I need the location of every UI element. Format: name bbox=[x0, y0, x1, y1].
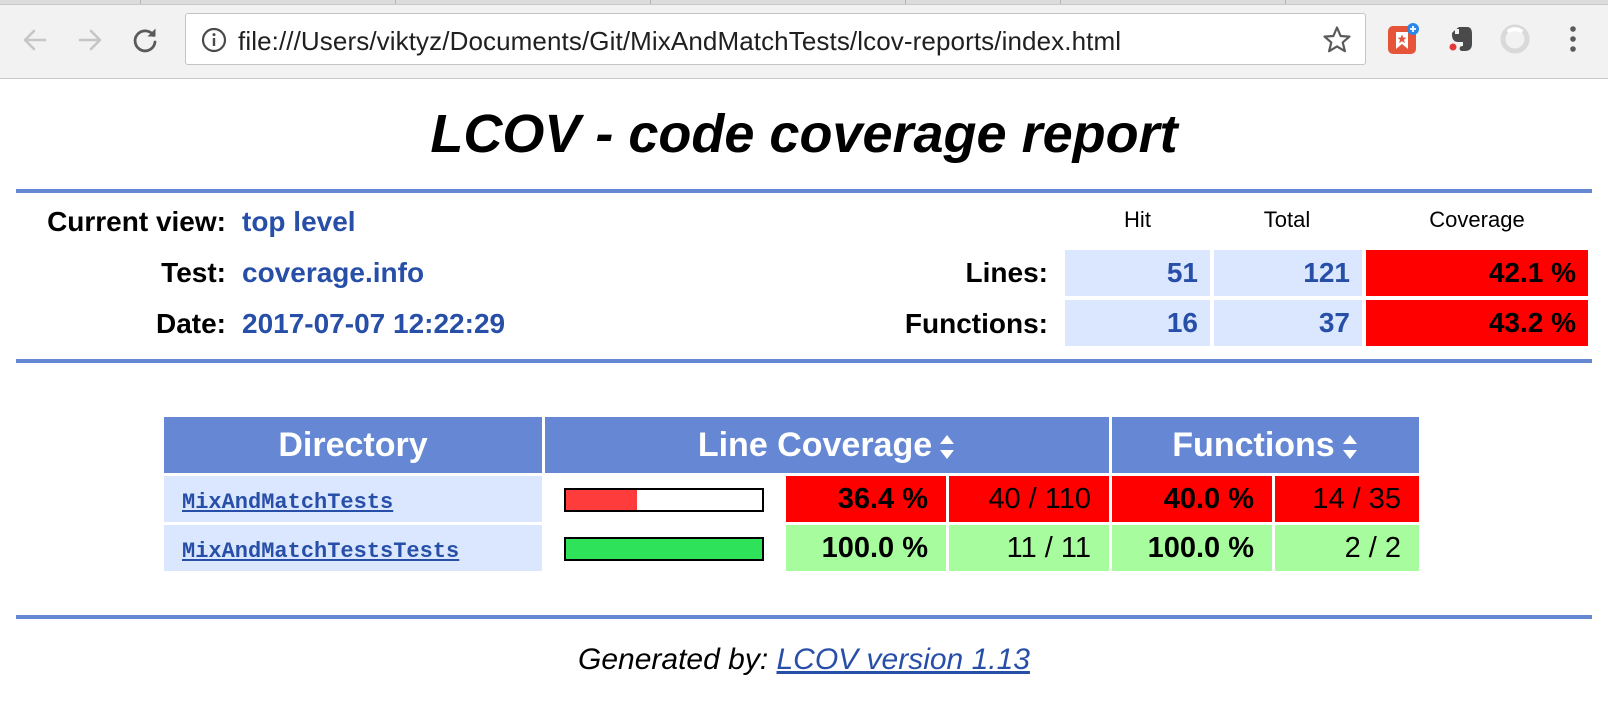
line-coverage-percent: 36.4 % bbox=[786, 476, 946, 522]
functions-label: Functions: bbox=[904, 308, 1048, 339]
page-title: LCOV - code coverage report bbox=[430, 104, 1178, 164]
date-value: 2017-07-07 12:22:29 bbox=[242, 308, 506, 339]
functions-total: 37 bbox=[1214, 300, 1362, 346]
browser-toolbar: file:///Users/viktyz/Documents/Git/MixAn… bbox=[0, 0, 1608, 79]
evernote-icon bbox=[1449, 27, 1472, 51]
table-row: MixAndMatchTestsTests 100.0 % 11 / 11 10… bbox=[164, 525, 1419, 571]
top-ruler bbox=[16, 189, 1592, 193]
address-bar[interactable]: file:///Users/viktyz/Documents/Git/MixAn… bbox=[185, 13, 1366, 65]
report-page: LCOV - code coverage report Current view… bbox=[0, 79, 1608, 706]
reload-button[interactable] bbox=[127, 22, 163, 58]
total-column-header: Total bbox=[1263, 207, 1311, 232]
test-label: Test: bbox=[161, 257, 226, 288]
hit-column-header: Hit bbox=[1124, 207, 1151, 232]
function-coverage-count: 2 / 2 bbox=[1275, 525, 1419, 571]
directory-cell: MixAndMatchTestsTests bbox=[164, 525, 542, 571]
coverage-bar-fill bbox=[566, 538, 762, 559]
info-icon[interactable] bbox=[201, 27, 227, 53]
test-value: coverage.info bbox=[242, 257, 425, 288]
extension-ring-button[interactable] bbox=[1498, 22, 1532, 56]
directory-header-label: Directory bbox=[278, 425, 428, 464]
header-bottom-ruler bbox=[16, 359, 1592, 363]
lines-label: Lines: bbox=[965, 257, 1048, 288]
coverage-column-header: Coverage bbox=[1429, 207, 1525, 232]
extension-bookmark-button[interactable] bbox=[1386, 22, 1420, 56]
directory-column-header[interactable]: Directory bbox=[164, 417, 542, 473]
function-coverage-percent: 100.0 % bbox=[1112, 525, 1272, 571]
extension-evernote-button[interactable] bbox=[1444, 22, 1478, 56]
arrow-left-icon bbox=[23, 29, 47, 51]
line-coverage-column-header[interactable]: Line Coverage bbox=[545, 417, 1109, 473]
reload-icon bbox=[133, 28, 157, 53]
coverage-bar-cell bbox=[545, 476, 783, 522]
directory-table: Directory Line Coverage Functions MixAnd… bbox=[161, 414, 1422, 574]
footer-ruler bbox=[16, 615, 1592, 619]
coverage-bar bbox=[564, 536, 764, 561]
lines-total: 121 bbox=[1214, 250, 1362, 296]
date-label: Date: bbox=[155, 308, 226, 339]
table-row: MixAndMatchTests 36.4 % 40 / 110 40.0 % … bbox=[164, 476, 1419, 522]
coverage-bar bbox=[564, 487, 764, 512]
functions-coverage: 43.2 % bbox=[1366, 300, 1588, 346]
footer: Generated by: LCOV version 1.13 bbox=[0, 643, 1608, 677]
back-button[interactable] bbox=[17, 22, 53, 58]
kebab-menu-icon bbox=[1570, 26, 1576, 52]
current-view-label: Current view: bbox=[47, 206, 226, 237]
current-view-link[interactable]: top level bbox=[242, 206, 356, 238]
ring-extension-icon bbox=[1500, 24, 1530, 54]
functions-header-label: Functions bbox=[1172, 425, 1335, 464]
tab-strip bbox=[0, 0, 1608, 5]
coverage-bar-cell bbox=[545, 525, 783, 571]
forward-button[interactable] bbox=[72, 22, 108, 58]
arrow-right-icon bbox=[78, 29, 102, 51]
coverage-bar-fill bbox=[566, 489, 638, 510]
line-coverage-header-label: Line Coverage bbox=[697, 425, 933, 464]
directory-cell: MixAndMatchTests bbox=[164, 476, 542, 522]
line-coverage-count: 40 / 110 bbox=[949, 476, 1109, 522]
lines-hit: 51 bbox=[1065, 250, 1210, 296]
browser-menu-button[interactable] bbox=[1556, 22, 1590, 56]
directory-link[interactable]: MixAndMatchTestsTests bbox=[182, 539, 459, 564]
lines-coverage: 42.1 % bbox=[1366, 250, 1588, 296]
bookmark-extension-icon bbox=[1388, 23, 1419, 54]
table-header-row: Directory Line Coverage Functions bbox=[164, 417, 1419, 473]
functions-hit: 16 bbox=[1065, 300, 1210, 346]
function-coverage-percent: 40.0 % bbox=[1112, 476, 1272, 522]
directory-link[interactable]: MixAndMatchTests bbox=[182, 490, 393, 515]
line-coverage-percent: 100.0 % bbox=[786, 525, 946, 571]
sort-icon[interactable] bbox=[938, 433, 956, 461]
functions-column-header[interactable]: Functions bbox=[1112, 417, 1419, 473]
function-coverage-count: 14 / 35 bbox=[1275, 476, 1419, 522]
sort-icon[interactable] bbox=[1341, 433, 1359, 461]
url-text[interactable]: file:///Users/viktyz/Documents/Git/MixAn… bbox=[238, 26, 1121, 57]
star-icon[interactable] bbox=[1321, 24, 1353, 56]
footer-prefix: Generated by: bbox=[578, 643, 777, 676]
lcov-version-link[interactable]: LCOV version 1.13 bbox=[777, 643, 1030, 676]
line-coverage-count: 11 / 11 bbox=[949, 525, 1109, 571]
